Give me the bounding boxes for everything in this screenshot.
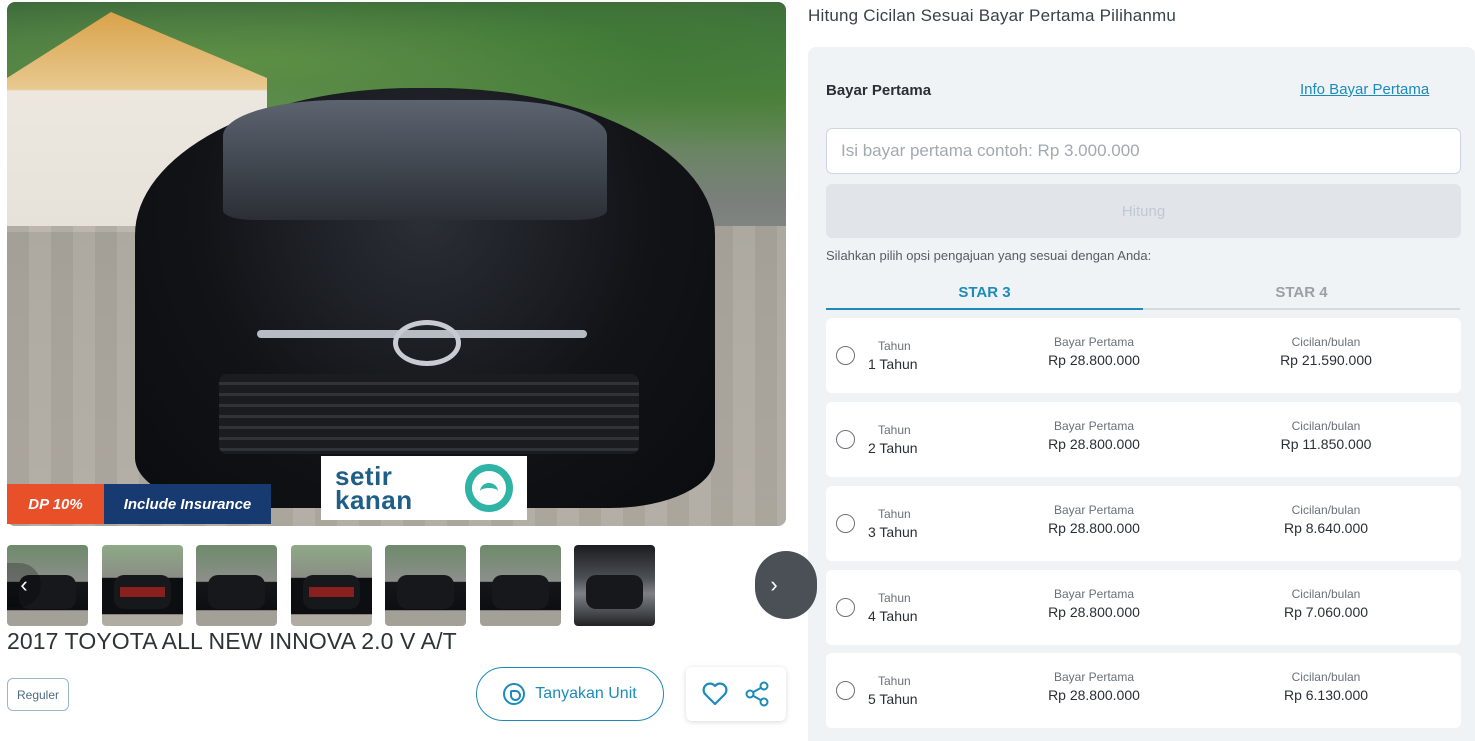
installment-option-2[interactable]: Tahun 2 Tahun Bayar Pertama Rp 28.800.000 … xyxy=(826,402,1461,477)
calculator-heading: Hitung Cicilan Sesuai Bayar Pertama Pili… xyxy=(808,6,1177,25)
dp-label: Bayar Pertama xyxy=(826,82,932,99)
dp-value: Rp 28.800.000 xyxy=(1048,352,1140,368)
thumbnail-next-button[interactable]: › xyxy=(755,551,817,619)
installment-label: Cicilan/bulan xyxy=(1291,503,1361,517)
whatsapp-icon xyxy=(503,683,526,705)
option-radio[interactable] xyxy=(836,346,855,365)
option-radio[interactable] xyxy=(836,514,855,533)
chevron-right-icon: › xyxy=(770,572,778,597)
option-radio[interactable] xyxy=(836,430,855,449)
dp-column-label: Bayar Pertama xyxy=(1053,335,1135,349)
plan-tabs: STAR 3 STAR 4 xyxy=(826,276,1461,310)
ask-unit-button[interactable]: Tanyakan Unit xyxy=(476,667,664,721)
dp-value: Rp 28.800.000 xyxy=(1048,604,1140,620)
tenor-label: Tahun xyxy=(878,423,911,437)
tenor-label: Tahun xyxy=(878,591,911,605)
option-hint: Silahkan pilih opsi pengajuan yang sesua… xyxy=(826,248,1152,263)
dp-value: Rp 28.800.000 xyxy=(1048,520,1140,536)
dp-badge: DP 10% xyxy=(7,484,104,524)
dp-value: Rp 28.800.000 xyxy=(1048,687,1140,703)
installment-label: Cicilan/bulan xyxy=(1291,335,1361,349)
installment-label: Cicilan/bulan xyxy=(1291,587,1361,601)
favorite-button[interactable] xyxy=(700,679,730,709)
calculate-button[interactable]: Hitung xyxy=(826,184,1461,238)
thumbnail-3[interactable] xyxy=(196,545,277,626)
installment-option-1[interactable]: Tahun 1 Tahun Bayar Pertama Rp 28.800.000 … xyxy=(826,318,1461,393)
toyota-logo-icon xyxy=(393,320,461,366)
main-car-photo[interactable] xyxy=(7,2,786,526)
thumbnail-5[interactable] xyxy=(385,545,466,626)
tenor-label: Tahun xyxy=(878,507,911,521)
listing-title: 2017 TOYOTA ALL NEW INNOVA 2.0 V A/T xyxy=(7,628,457,654)
thumbnail-4[interactable] xyxy=(291,545,372,626)
share-icon xyxy=(745,681,769,707)
tenor-value: 1 Tahun xyxy=(868,356,918,372)
dp-input[interactable] xyxy=(826,128,1461,174)
tenor-label: Tahun xyxy=(878,339,911,353)
setir-kanan-watermark: setir kanan xyxy=(321,456,527,520)
installment-label: Cicilan/bulan xyxy=(1291,670,1361,684)
listing-tag: Reguler xyxy=(7,678,69,711)
steering-wheel-logo-icon xyxy=(465,464,513,512)
thumbnail-strip: ‹ › xyxy=(7,545,817,626)
photo-car-windshield xyxy=(223,100,607,220)
tenor-value: 4 Tahun xyxy=(868,608,918,624)
ask-unit-label: Tanyakan Unit xyxy=(535,685,637,702)
installment-value: Rp 8.640.000 xyxy=(1283,520,1369,536)
installment-value: Rp 7.060.000 xyxy=(1283,604,1369,620)
installment-value: Rp 21.590.000 xyxy=(1280,352,1372,368)
installment-label: Cicilan/bulan xyxy=(1291,419,1361,433)
dp-info-link[interactable]: Info Bayar Pertama xyxy=(1300,81,1429,98)
installment-option-4[interactable]: Tahun 4 Tahun Bayar Pertama Rp 28.800.000 … xyxy=(826,570,1461,645)
tab-star-4[interactable]: STAR 4 xyxy=(1143,276,1460,310)
installment-value: Rp 6.130.000 xyxy=(1283,687,1369,703)
photo-car-grille xyxy=(219,374,639,454)
watermark-line-2: kanan xyxy=(335,485,413,515)
thumbnail-2[interactable] xyxy=(102,545,183,626)
thumbnail-7[interactable] xyxy=(574,545,655,626)
watermark-text: setir kanan xyxy=(335,463,413,515)
dp-column-label: Bayar Pertama xyxy=(1053,419,1135,433)
insurance-badge: Include Insurance xyxy=(104,484,271,524)
tenor-value: 3 Tahun xyxy=(868,524,918,540)
installment-option-5[interactable]: Tahun 5 Tahun Bayar Pertama Rp 28.800.000 … xyxy=(826,653,1461,728)
thumbnail-6[interactable] xyxy=(480,545,561,626)
installment-option-3[interactable]: Tahun 3 Tahun Bayar Pertama Rp 28.800.000 … xyxy=(826,486,1461,561)
tenor-label: Tahun xyxy=(878,674,911,688)
listing-actions xyxy=(686,667,786,721)
installment-value: Rp 11.850.000 xyxy=(1280,436,1372,452)
tab-star-3[interactable]: STAR 3 xyxy=(826,276,1143,310)
tenor-value: 2 Tahun xyxy=(868,440,918,456)
dp-column-label: Bayar Pertama xyxy=(1053,503,1135,517)
dp-column-label: Bayar Pertama xyxy=(1053,670,1135,684)
chevron-left-icon: ‹ xyxy=(20,572,28,597)
dp-value: Rp 28.800.000 xyxy=(1048,436,1140,452)
option-radio[interactable] xyxy=(836,681,855,700)
dp-column-label: Bayar Pertama xyxy=(1053,587,1135,601)
share-button[interactable] xyxy=(742,679,772,709)
tenor-value: 5 Tahun xyxy=(868,691,918,707)
option-radio[interactable] xyxy=(836,598,855,617)
heart-icon xyxy=(702,682,728,706)
